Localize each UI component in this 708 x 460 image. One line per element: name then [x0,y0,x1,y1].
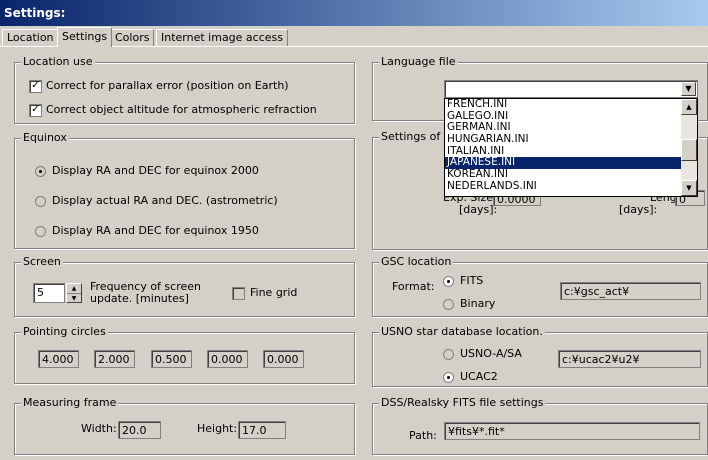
equinox-1950-label: Display RA and DEC for equinox 1950 [52,224,259,237]
dss-path-label: Path: [409,429,437,442]
frequency-stepper[interactable]: ▲ ▼ [66,283,82,303]
language-dropdown[interactable]: ▼ [444,80,698,98]
screen-group: Screen 5 ▲ ▼ Frequency of screen update.… [14,255,355,317]
usno-group: USNO star database location. USNO-A/SA U… [372,325,708,387]
scroll-up-icon[interactable]: ▲ [681,99,697,115]
circle-radius-2[interactable]: 2.000 [94,350,135,368]
pointing-circles-legend: Pointing circles [21,325,108,339]
refraction-label: Correct object altitude for atmospheric … [46,103,317,116]
dss-legend: DSS/Realsky FITS file settings [379,396,546,410]
width-input[interactable]: 20.0 [118,421,161,439]
gsc-binary-radio[interactable] [443,299,454,310]
ucac2-label: UCAC2 [460,370,498,383]
fine-grid-checkbox[interactable] [232,287,245,300]
window-title: Settings: [0,0,708,26]
equinox-legend: Equinox [21,131,69,145]
gsc-fits-label: FITS [460,274,484,287]
location-use-group: Location use ✓ Correct for parallax erro… [14,55,355,124]
tab-strip: Location Settings Colors Internet image … [0,27,708,47]
parallax-label: Correct for parallax error (position on … [46,79,289,92]
circle-radius-4[interactable]: 0.000 [207,350,248,368]
location-use-legend: Location use [21,55,95,69]
equinox-1950-radio[interactable] [35,226,46,237]
gsc-fits-radio[interactable] [443,276,454,287]
scroll-thumb[interactable] [681,139,697,161]
equinox-group: Equinox Display RA and DEC for equinox 2… [14,131,355,249]
stepper-down-icon[interactable]: ▼ [67,294,81,303]
parallax-checkbox[interactable]: ✓ [29,80,42,93]
language-option[interactable]: HUNGARIAN.INI [445,133,681,146]
pointing-circles-group: Pointing circles 4.000 2.000 0.500 0.000… [14,325,355,384]
frequency-label: Frequency of screen update. [minutes] [90,281,201,305]
scroll-down-icon[interactable]: ▼ [681,180,697,196]
measuring-frame-legend: Measuring frame [21,396,119,410]
tab-settings[interactable]: Settings [57,27,113,47]
language-scrollbar[interactable]: ▲ ▼ [681,99,697,196]
width-label: Width: [81,422,117,435]
usno-a-sa-label: USNO-A/SA [460,347,522,360]
equinox-2000-label: Display RA and DEC for equinox 2000 [52,164,259,177]
height-label: Height: [197,422,238,435]
height-input[interactable]: 17.0 [238,421,286,439]
usno-legend: USNO star database location. [379,325,545,339]
tab-colors[interactable]: Colors [110,29,155,46]
exp-size-unit: [days]: [459,203,498,216]
length-unit: [days]: [619,203,658,216]
gsc-location-group: GSC location Format: FITS Binary c:¥gsc_… [372,255,708,317]
circle-radius-1[interactable]: 4.000 [38,350,79,368]
frequency-input[interactable]: 5 [33,283,65,303]
fine-grid-label: Fine grid [250,286,298,299]
screen-legend: Screen [21,255,63,269]
dss-group: DSS/Realsky FITS file settings Path: ¥fi… [372,396,708,455]
format-label: Format: [392,280,435,293]
equinox-2000-radio[interactable] [35,166,46,177]
gsc-path-input[interactable]: c:¥gsc_act¥ [560,282,701,300]
ucac2-radio[interactable] [443,372,454,383]
chevron-down-icon[interactable]: ▼ [681,82,696,96]
stepper-up-icon[interactable]: ▲ [67,284,81,294]
circle-radius-5[interactable]: 0.000 [263,350,304,368]
usno-path-input[interactable]: c:¥ucac2¥u2¥ [558,350,701,368]
equinox-actual-label: Display actual RA and DEC. (astrometric) [52,194,278,207]
tab-location[interactable]: Location [2,29,59,46]
circle-radius-3[interactable]: 0.500 [151,350,192,368]
dss-path-input[interactable]: ¥fits¥*.fit* [444,422,700,440]
settings-of-legend: Settings of " [379,130,451,144]
measuring-frame-group: Measuring frame Width: 20.0 Height: 17.0 [14,396,355,455]
gsc-location-legend: GSC location [379,255,454,269]
language-listbox[interactable]: FRENCH.INI GALEGO.INI GERMAN.INI HUNGARI… [444,98,698,197]
gsc-binary-label: Binary [460,297,496,310]
usno-a-sa-radio[interactable] [443,349,454,360]
tab-internet-image-access[interactable]: Internet image access [156,29,288,46]
equinox-actual-radio[interactable] [35,196,46,207]
language-file-legend: Language file [379,55,458,69]
refraction-checkbox[interactable]: ✓ [29,104,42,117]
frequency-label-line2: update. [minutes] [90,292,189,305]
language-option[interactable]: FRENCH.INI [445,99,681,111]
language-option[interactable]: NEDERLANDS.INI [445,180,681,193]
